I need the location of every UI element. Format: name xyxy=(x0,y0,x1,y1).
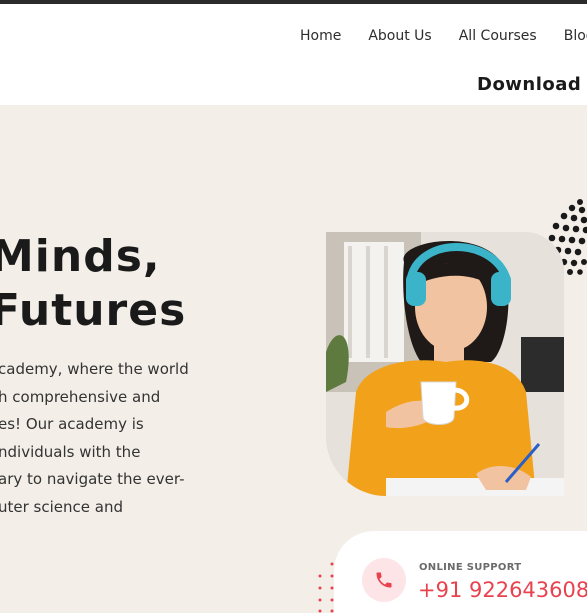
nav-blog[interactable]: Blog xyxy=(564,28,587,44)
support-label: ONLINE SUPPORT xyxy=(419,562,522,573)
hero-title-line2: Futures xyxy=(0,285,187,336)
decorative-pink-dots xyxy=(318,562,334,613)
hero-image-student xyxy=(326,232,564,496)
nav-all-courses[interactable]: All Courses xyxy=(459,28,537,44)
hero-description: cademy, where the world h comprehensive … xyxy=(0,360,189,516)
online-support-card: ONLINE SUPPORT +91 9226436088 xyxy=(334,531,587,613)
student-illustration xyxy=(326,232,564,496)
download-link[interactable]: Download t xyxy=(477,74,587,95)
nav-about-us[interactable]: About Us xyxy=(368,28,431,44)
phone-icon xyxy=(376,572,392,588)
site-header: Home About Us All Courses Blog Download … xyxy=(0,4,587,105)
support-phone-number[interactable]: +91 9226436088 xyxy=(418,578,587,602)
hero-title-line1: Minds, xyxy=(0,231,161,282)
nav-home[interactable]: Home xyxy=(300,28,341,44)
main-nav: Home About Us All Courses Blog xyxy=(300,28,587,44)
phone-icon-badge[interactable] xyxy=(362,558,406,602)
hero-title: Minds, Futures xyxy=(0,230,186,338)
